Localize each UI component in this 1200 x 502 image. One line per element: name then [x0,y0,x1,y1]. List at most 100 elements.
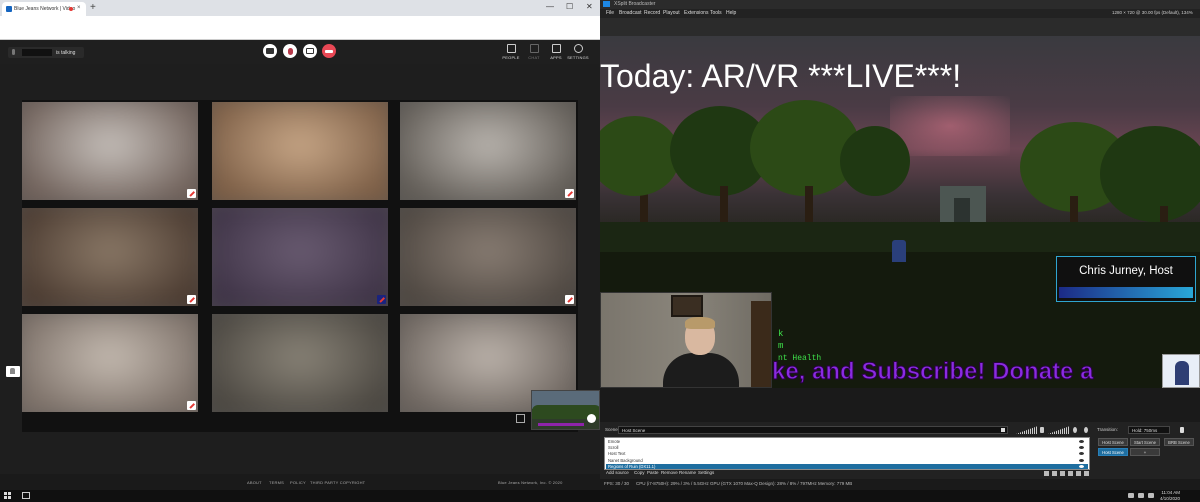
source-item[interactable]: Regions of Ruin (DX11.1) [606,463,1088,469]
source-settings-button[interactable]: Settings [698,470,714,475]
sunset-glow [890,96,1010,156]
stream-preview[interactable]: Today: AR/VR ***LIVE***! Chris Jurney, H… [600,36,1200,388]
volume-icon[interactable] [1148,493,1154,498]
roster-toggle-icon[interactable] [6,366,20,377]
sources-list[interactable]: Emote Scroll Host Text Nanet Background Regi… [604,437,1090,470]
lower-third-gradient-bar [1059,287,1193,298]
scene-button-brb[interactable]: BRB Scene [1164,438,1194,446]
host-lower-third: Chris Jurney, Host [1056,256,1196,302]
chat-button[interactable]: CHAT [523,44,545,60]
footer-link-policy[interactable]: POLICY [290,480,306,485]
window-minimize-button[interactable]: — [546,2,554,11]
scene-name-input[interactable]: Host Scene [618,426,1008,434]
lock-icon[interactable] [1044,471,1049,476]
source-item[interactable]: Nanet Background [606,458,1088,463]
microphone-icon[interactable] [1040,427,1044,433]
muted-icon [187,401,196,410]
menu-extensions[interactable]: Extensions [684,10,708,16]
speaker-icon[interactable] [1073,427,1077,433]
visibility-eye-icon[interactable] [1079,446,1084,450]
delete-icon[interactable] [1068,471,1073,476]
participant-tile[interactable] [400,102,576,200]
source-item[interactable]: Scroll [606,445,1088,450]
task-view-icon[interactable] [22,492,30,499]
footer-link-about[interactable]: ABOUT [247,480,262,485]
participant-video [212,314,388,412]
move-up-icon[interactable] [1076,471,1081,476]
new-tab-button[interactable]: + [90,3,96,13]
muted-icon [187,189,196,198]
visibility-eye-icon[interactable] [1079,464,1084,468]
source-item[interactable]: Host Text [606,451,1088,456]
scene-button-start[interactable]: Start Scene [1130,438,1160,446]
footer-link-third-party[interactable]: THIRD PARTY COPYRIGHT [310,480,365,485]
menu-record[interactable]: Record [644,10,660,16]
footer-copyright: Blue Jeans Network, Inc. © 2020 [498,480,563,485]
tree [840,126,910,196]
remove-source-button[interactable]: Remove [661,470,678,475]
menu-file[interactable]: File [606,10,614,16]
video-toggle-button[interactable] [263,44,277,58]
menu-tools[interactable]: Tools [710,10,722,16]
people-button[interactable]: PEOPLE [500,44,522,60]
source-item-label: Host Text [608,451,626,457]
menu-help[interactable]: Help [726,10,736,16]
resolution-display[interactable]: 1280 × 720 @ 30.00 fps (Default), 134% [1112,10,1193,15]
end-call-button[interactable] [322,44,336,58]
add-scene-button[interactable]: + [1130,448,1160,456]
browser-tab[interactable]: Blue Jeans Network | Video × [2,2,86,16]
source-item[interactable]: Emote [606,439,1088,444]
menu-playout[interactable]: Playout [663,10,680,16]
xsplit-title: XSplit Broadcaster [614,1,656,7]
visibility-eye-icon[interactable] [1079,440,1084,443]
tab-close-icon[interactable]: × [77,5,81,11]
host-hair [685,317,715,329]
picture-frame [671,295,703,317]
hang-up-icon [325,50,333,53]
scene-button-host-active[interactable]: Host Scene [1098,448,1128,456]
participant-tile[interactable] [400,208,576,306]
apps-label: APPS [550,55,562,60]
participant-tile[interactable] [212,314,388,412]
settings-gear-icon[interactable] [1084,427,1088,433]
window-close-button[interactable]: ✕ [586,2,593,11]
apps-button[interactable]: APPS [545,44,567,60]
fullscreen-icon[interactable] [516,414,525,423]
participant-tile[interactable] [212,208,388,306]
ruin-window [954,198,970,224]
network-icon[interactable] [1138,493,1144,498]
visibility-eye-icon[interactable] [1079,452,1084,456]
transition-select[interactable]: Hold: 750ms [1128,426,1170,434]
mute-toggle-button[interactable] [283,44,297,58]
scene-dropdown-icon[interactable] [1001,428,1005,432]
paste-source-button[interactable]: Paste [647,470,659,475]
visibility-eye-icon[interactable] [1079,458,1084,462]
browser-tab-title: Blue Jeans Network | Video [14,6,76,12]
settings-button[interactable]: SETTINGS [567,44,589,60]
footer-link-terms[interactable]: TERMS [269,480,284,485]
add-source-button[interactable]: Add source [606,470,629,475]
system-clock[interactable]: 11:04 AM 4/10/2020 [1160,490,1180,501]
move-down-icon[interactable] [1084,471,1089,476]
menu-broadcast[interactable]: Broadcast [619,10,642,16]
self-view-video[interactable] [531,390,600,430]
folder-icon[interactable] [1052,471,1057,476]
tray-chevron-icon[interactable] [1128,493,1134,498]
participant-tile[interactable] [22,314,198,412]
share-screen-button[interactable] [303,44,317,58]
windows-start-icon[interactable] [4,492,11,499]
bookshelf [751,301,771,387]
status-memory: Memory: 779 MB [818,481,853,486]
copy-source-button[interactable]: Copy [634,470,645,475]
microphone-icon [12,49,15,55]
transition-settings-icon[interactable] [1180,427,1184,433]
participant-tile[interactable] [22,208,198,306]
source-item-label: Scroll [608,445,619,451]
participant-tile[interactable] [212,102,388,200]
rename-source-button[interactable]: Rename [679,470,696,475]
participant-tile[interactable] [22,102,198,200]
link-icon[interactable] [1060,471,1065,476]
scene-button-host[interactable]: Host Scene [1098,438,1128,446]
window-maximize-button[interactable]: ☐ [566,2,573,11]
speaker-name-redacted [22,49,52,56]
